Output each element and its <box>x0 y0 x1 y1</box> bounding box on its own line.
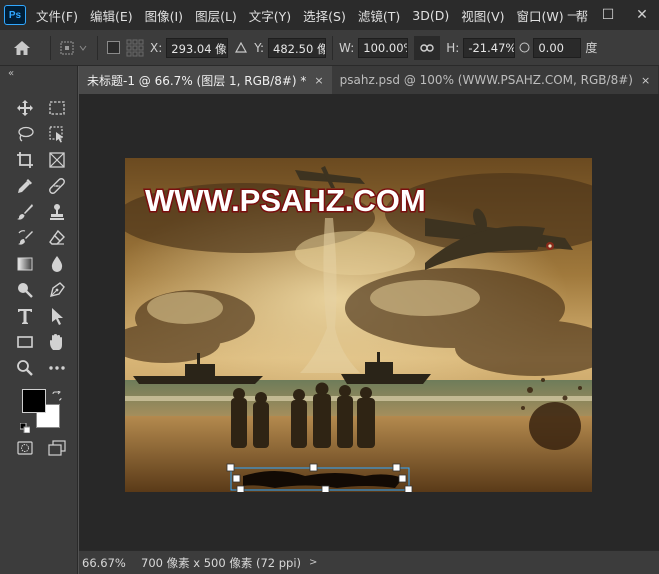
status-menu-arrow-icon[interactable]: > <box>309 557 317 568</box>
transform-handle[interactable] <box>398 474 407 483</box>
transform-handle[interactable] <box>232 474 241 483</box>
transform-handle[interactable] <box>236 485 245 492</box>
rectangle-tool-icon[interactable] <box>12 330 38 354</box>
screen-mode-icon[interactable] <box>44 436 70 460</box>
menu-3d[interactable]: 3D(D) <box>412 8 449 23</box>
zoom-tool-icon[interactable] <box>12 356 38 380</box>
foreground-color-swatch[interactable] <box>22 389 46 413</box>
menu-view[interactable]: 视图(V) <box>461 6 504 25</box>
lasso-tool-icon[interactable] <box>12 122 38 146</box>
reference-point-icon[interactable] <box>57 41 91 55</box>
h-label: H: <box>446 40 460 55</box>
delta-icon[interactable] <box>228 42 254 53</box>
home-icon[interactable] <box>0 40 44 56</box>
close-button[interactable]: ✕ <box>625 0 659 30</box>
menu-edit[interactable]: 编辑(E) <box>90 6 133 25</box>
hand-tool-icon[interactable] <box>44 330 70 354</box>
menu-image[interactable]: 图像(I) <box>145 6 183 25</box>
swap-colors-icon[interactable] <box>52 386 62 401</box>
divider <box>97 35 98 60</box>
close-tab-icon[interactable]: × <box>641 74 650 87</box>
brush-tool-icon[interactable] <box>12 200 38 224</box>
transform-handle[interactable] <box>226 463 235 472</box>
default-colors-icon[interactable] <box>19 418 31 434</box>
marquee-tool-icon[interactable] <box>44 96 70 120</box>
quick-mask-icon[interactable] <box>12 436 38 460</box>
options-bar: X: 293.04 像素 Y: 482.50 像素 W: 100.00% H: … <box>0 30 659 66</box>
watermark-text: WWW.PSAHZ.COM <box>145 183 426 218</box>
transform-handle[interactable] <box>321 485 330 492</box>
type-tool-icon[interactable] <box>12 304 38 328</box>
move-tool-icon[interactable] <box>12 96 38 120</box>
gradient-tool-icon[interactable] <box>12 252 38 276</box>
blur-tool-icon[interactable] <box>44 252 70 276</box>
angle-icon <box>515 42 533 53</box>
menu-file[interactable]: 文件(F) <box>36 6 78 25</box>
tab-label: 未标题-1 @ 66.7% (图层 1, RGB/8#) * <box>87 73 307 88</box>
object-selection-tool-icon[interactable] <box>44 122 70 146</box>
y-label: Y: <box>254 40 265 55</box>
document-canvas[interactable]: WWW.PSAHZ.COM <box>125 158 592 492</box>
width-field[interactable]: 100.00% <box>358 37 409 58</box>
transform-handle[interactable] <box>404 485 413 492</box>
healing-brush-tool-icon[interactable] <box>44 174 70 198</box>
dodge-tool-icon[interactable] <box>12 278 38 302</box>
photoshop-logo-icon[interactable]: Ps <box>4 5 26 25</box>
tab-label: psahz.psd @ 100% (WWW.PSAHZ.COM, RGB/8#) <box>339 73 633 87</box>
x-position-field[interactable]: 293.04 像素 <box>166 37 229 58</box>
crop-tool-icon[interactable] <box>12 148 38 172</box>
eyedropper-tool-icon[interactable] <box>12 174 38 198</box>
collapse-panel-icon[interactable]: « <box>8 68 14 79</box>
menu-bar: Ps 文件(F) 编辑(E) 图像(I) 图层(L) 文字(Y) 选择(S) 滤… <box>0 0 659 30</box>
w-label: W: <box>339 40 355 55</box>
menu-select[interactable]: 选择(S) <box>303 6 346 25</box>
minimize-button[interactable]: — <box>557 0 591 30</box>
divider <box>50 35 51 60</box>
canvas-area[interactable]: WWW.PSAHZ.COM <box>79 94 659 550</box>
menu-layer[interactable]: 图层(L) <box>195 6 237 25</box>
eraser-tool-icon[interactable] <box>44 226 70 250</box>
transform-handle[interactable] <box>309 463 318 472</box>
height-field[interactable]: -21.47% <box>463 37 516 58</box>
rotation-angle-field[interactable]: 0.00 <box>533 37 582 58</box>
transform-handle[interactable] <box>392 463 401 472</box>
document-info: 700 像素 x 500 像素 (72 ppi) <box>141 555 302 570</box>
y-position-field[interactable]: 482.50 像素 <box>268 37 327 58</box>
document-tabs: 未标题-1 @ 66.7% (图层 1, RGB/8#) * × psahz.p… <box>79 66 659 94</box>
reference-grid-icon[interactable] <box>122 39 148 57</box>
history-brush-tool-icon[interactable] <box>12 226 38 250</box>
x-label: X: <box>150 40 163 55</box>
composite-image: WWW.PSAHZ.COM <box>125 158 592 492</box>
clone-stamp-tool-icon[interactable] <box>44 200 70 224</box>
tab-psahz-psd[interactable]: psahz.psd @ 100% (WWW.PSAHZ.COM, RGB/8#)… <box>331 66 659 94</box>
tab-untitled-1[interactable]: 未标题-1 @ 66.7% (图层 1, RGB/8#) * × <box>79 66 332 94</box>
maximize-button[interactable]: ☐ <box>591 0 625 30</box>
close-tab-icon[interactable]: × <box>314 74 323 87</box>
status-bar: 66.67% 700 像素 x 500 像素 (72 ppi) > <box>79 550 659 574</box>
link-icon[interactable] <box>414 35 441 60</box>
frame-tool-icon[interactable] <box>44 148 70 172</box>
tools-panel: « <box>0 66 78 574</box>
more-tools-icon[interactable] <box>44 356 70 380</box>
zoom-level-field[interactable]: 66.67% <box>79 556 131 570</box>
window-controls: — ☐ ✕ <box>557 0 659 30</box>
path-selection-tool-icon[interactable] <box>44 304 70 328</box>
pen-tool-icon[interactable] <box>44 278 70 302</box>
toggle-reference-checkbox[interactable] <box>104 41 122 54</box>
divider <box>332 35 334 60</box>
menu-filter[interactable]: 滤镜(T) <box>358 6 400 25</box>
angle-unit-label: 度 <box>585 41 598 55</box>
menu-type[interactable]: 文字(Y) <box>249 6 291 25</box>
